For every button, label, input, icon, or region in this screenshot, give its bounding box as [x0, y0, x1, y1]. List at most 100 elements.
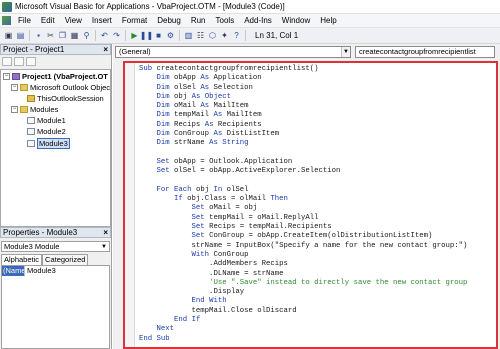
- code-line[interactable]: Set Recips = tempMail.Recipients: [139, 223, 467, 232]
- tree-node-project[interactable]: − Project1 (VbaProject.OT: [3, 72, 108, 81]
- code-line[interactable]: .DLName = strName: [139, 270, 467, 279]
- insert-module-icon[interactable]: ▤: [15, 30, 26, 41]
- design-mode-icon[interactable]: ⚙: [165, 30, 176, 41]
- procedure-combo[interactable]: createcontactgroupfromrecipientlist: [355, 46, 495, 58]
- tree-node-module2[interactable]: Module2: [27, 127, 66, 136]
- view-code-icon[interactable]: [2, 57, 12, 66]
- properties-panel-title: Properties - Module3: [3, 228, 78, 237]
- code-text[interactable]: Sub createcontactgroupfromrecipientlist(…: [139, 65, 467, 344]
- chevron-down-icon[interactable]: ▼: [341, 47, 350, 57]
- collapse-icon[interactable]: −: [11, 84, 18, 91]
- code-line[interactable]: Dim ConGroup As DistListItem: [139, 130, 467, 139]
- code-line[interactable]: tempMail.Close olDiscard: [139, 307, 467, 316]
- menu-tools[interactable]: Tools: [211, 16, 240, 25]
- close-icon[interactable]: ×: [103, 228, 108, 237]
- code-line[interactable]: End If: [139, 316, 467, 325]
- toggle-folders-icon[interactable]: [26, 57, 36, 66]
- menu-edit[interactable]: Edit: [36, 16, 60, 25]
- tree-label: Modules: [30, 105, 59, 114]
- code-line[interactable]: Dim obj As Object: [139, 93, 467, 102]
- menu-help[interactable]: Help: [315, 16, 341, 25]
- tree-node-module1[interactable]: Module1: [27, 116, 66, 125]
- title-bar: Microsoft Visual Basic for Applications …: [0, 0, 500, 14]
- object-combo[interactable]: (General) ▼: [115, 46, 351, 58]
- view-object-icon[interactable]: [14, 57, 24, 66]
- code-line[interactable]: Dim Recips As Recipients: [139, 121, 467, 130]
- margin-indicator-bar[interactable]: [125, 63, 135, 347]
- tree-node-thisoutlooksession[interactable]: ThisOutlookSession: [27, 94, 104, 103]
- project-panel-title: Project - Project1: [3, 45, 65, 54]
- code-editor[interactable]: Sub createcontactgroupfromrecipientlist(…: [123, 61, 498, 349]
- menu-view[interactable]: View: [60, 16, 87, 25]
- tree-label: ThisOutlookSession: [37, 94, 104, 103]
- object-combo-value: (General): [119, 47, 151, 56]
- collapse-icon[interactable]: −: [11, 106, 18, 113]
- properties-grid: (Name) Module3: [1, 265, 110, 349]
- code-line[interactable]: Dim strName As String: [139, 139, 467, 148]
- property-row[interactable]: (Name) Module3: [2, 266, 109, 276]
- code-line[interactable]: [139, 177, 467, 186]
- save-icon[interactable]: ▪: [33, 30, 44, 41]
- folder-icon: [20, 106, 28, 113]
- chevron-down-icon[interactable]: ▼: [100, 243, 108, 250]
- code-line[interactable]: Set ConGroup = obApp.CreateItem(olDistri…: [139, 232, 467, 241]
- tab-categorized[interactable]: Categorized: [42, 254, 89, 265]
- code-line[interactable]: Dim obApp As Application: [139, 74, 467, 83]
- code-line[interactable]: End Sub: [139, 335, 467, 344]
- undo-icon[interactable]: ↶: [99, 30, 110, 41]
- copy-icon[interactable]: ❐: [57, 30, 68, 41]
- code-line[interactable]: Next: [139, 325, 467, 334]
- property-value[interactable]: Module3: [24, 266, 56, 276]
- help-icon[interactable]: ?: [231, 30, 242, 41]
- code-line[interactable]: Set olSel = obApp.ActiveExplorer.Selecti…: [139, 167, 467, 176]
- module-icon: [27, 117, 35, 124]
- code-line[interactable]: Dim oMail As MailItem: [139, 102, 467, 111]
- collapse-icon[interactable]: −: [3, 73, 10, 80]
- code-line[interactable]: End With: [139, 297, 467, 306]
- code-line[interactable]: .AddMembers Recips: [139, 260, 467, 269]
- code-line[interactable]: strName = InputBox("Specify a name for t…: [139, 242, 468, 251]
- properties-window-icon[interactable]: ☷: [195, 30, 206, 41]
- object-browser-icon[interactable]: ⬡: [207, 30, 218, 41]
- code-line[interactable]: Set obApp = Outlook.Application: [139, 158, 467, 167]
- code-line[interactable]: [139, 149, 467, 158]
- code-line[interactable]: If obj.Class = olMail Then: [139, 195, 467, 204]
- paste-icon[interactable]: ▦: [69, 30, 80, 41]
- code-line[interactable]: .Display: [139, 288, 467, 297]
- menu-window[interactable]: Window: [277, 16, 315, 25]
- tab-alphabetic[interactable]: Alphabetic: [1, 254, 43, 265]
- object-selector[interactable]: Module3 Module ▼: [1, 241, 110, 252]
- menu-insert[interactable]: Insert: [87, 16, 117, 25]
- reset-icon[interactable]: ■: [153, 30, 164, 41]
- find-icon[interactable]: ⚲: [81, 30, 92, 41]
- menu-add-ins[interactable]: Add-Ins: [239, 16, 277, 25]
- tree-node-modules[interactable]: − Modules: [11, 105, 58, 114]
- project-explorer-icon[interactable]: ▥: [183, 30, 194, 41]
- tree-label: Module2: [37, 127, 66, 136]
- menu-file[interactable]: File: [13, 16, 36, 25]
- toolbar-separator: [95, 30, 96, 41]
- toolbox-icon[interactable]: ✦: [219, 30, 230, 41]
- cut-icon[interactable]: ✂: [45, 30, 56, 41]
- code-line[interactable]: Set tempMail = oMail.ReplyAll: [139, 214, 467, 223]
- code-line[interactable]: For Each obj In olSel: [139, 186, 467, 195]
- close-icon[interactable]: ×: [103, 45, 108, 54]
- run-icon[interactable]: ▶: [129, 30, 140, 41]
- tree-node-module3[interactable]: Module3: [27, 138, 70, 149]
- tree-node-outlook-objects[interactable]: − Microsoft Outlook Object: [11, 83, 110, 92]
- redo-icon[interactable]: ↷: [111, 30, 122, 41]
- view-outlook-icon[interactable]: ▣: [3, 30, 14, 41]
- menu-format[interactable]: Format: [117, 16, 152, 25]
- break-icon[interactable]: ❚❚: [140, 30, 153, 41]
- vba-app-icon: [2, 1, 12, 12]
- code-line[interactable]: Sub createcontactgroupfromrecipientlist(…: [139, 65, 467, 74]
- menu-debug[interactable]: Debug: [152, 16, 186, 25]
- system-menu-icon[interactable]: [2, 16, 11, 25]
- code-line[interactable]: Dim tempMail As MailItem: [139, 111, 467, 120]
- project-icon: [12, 73, 20, 80]
- code-line[interactable]: Set oMail = obj: [139, 204, 467, 213]
- code-line[interactable]: Dim olSel As Selection: [139, 84, 467, 93]
- code-line[interactable]: With ConGroup: [139, 251, 467, 260]
- menu-run[interactable]: Run: [186, 16, 211, 25]
- code-line[interactable]: 'Use ".Save" instead to directly save th…: [139, 279, 467, 288]
